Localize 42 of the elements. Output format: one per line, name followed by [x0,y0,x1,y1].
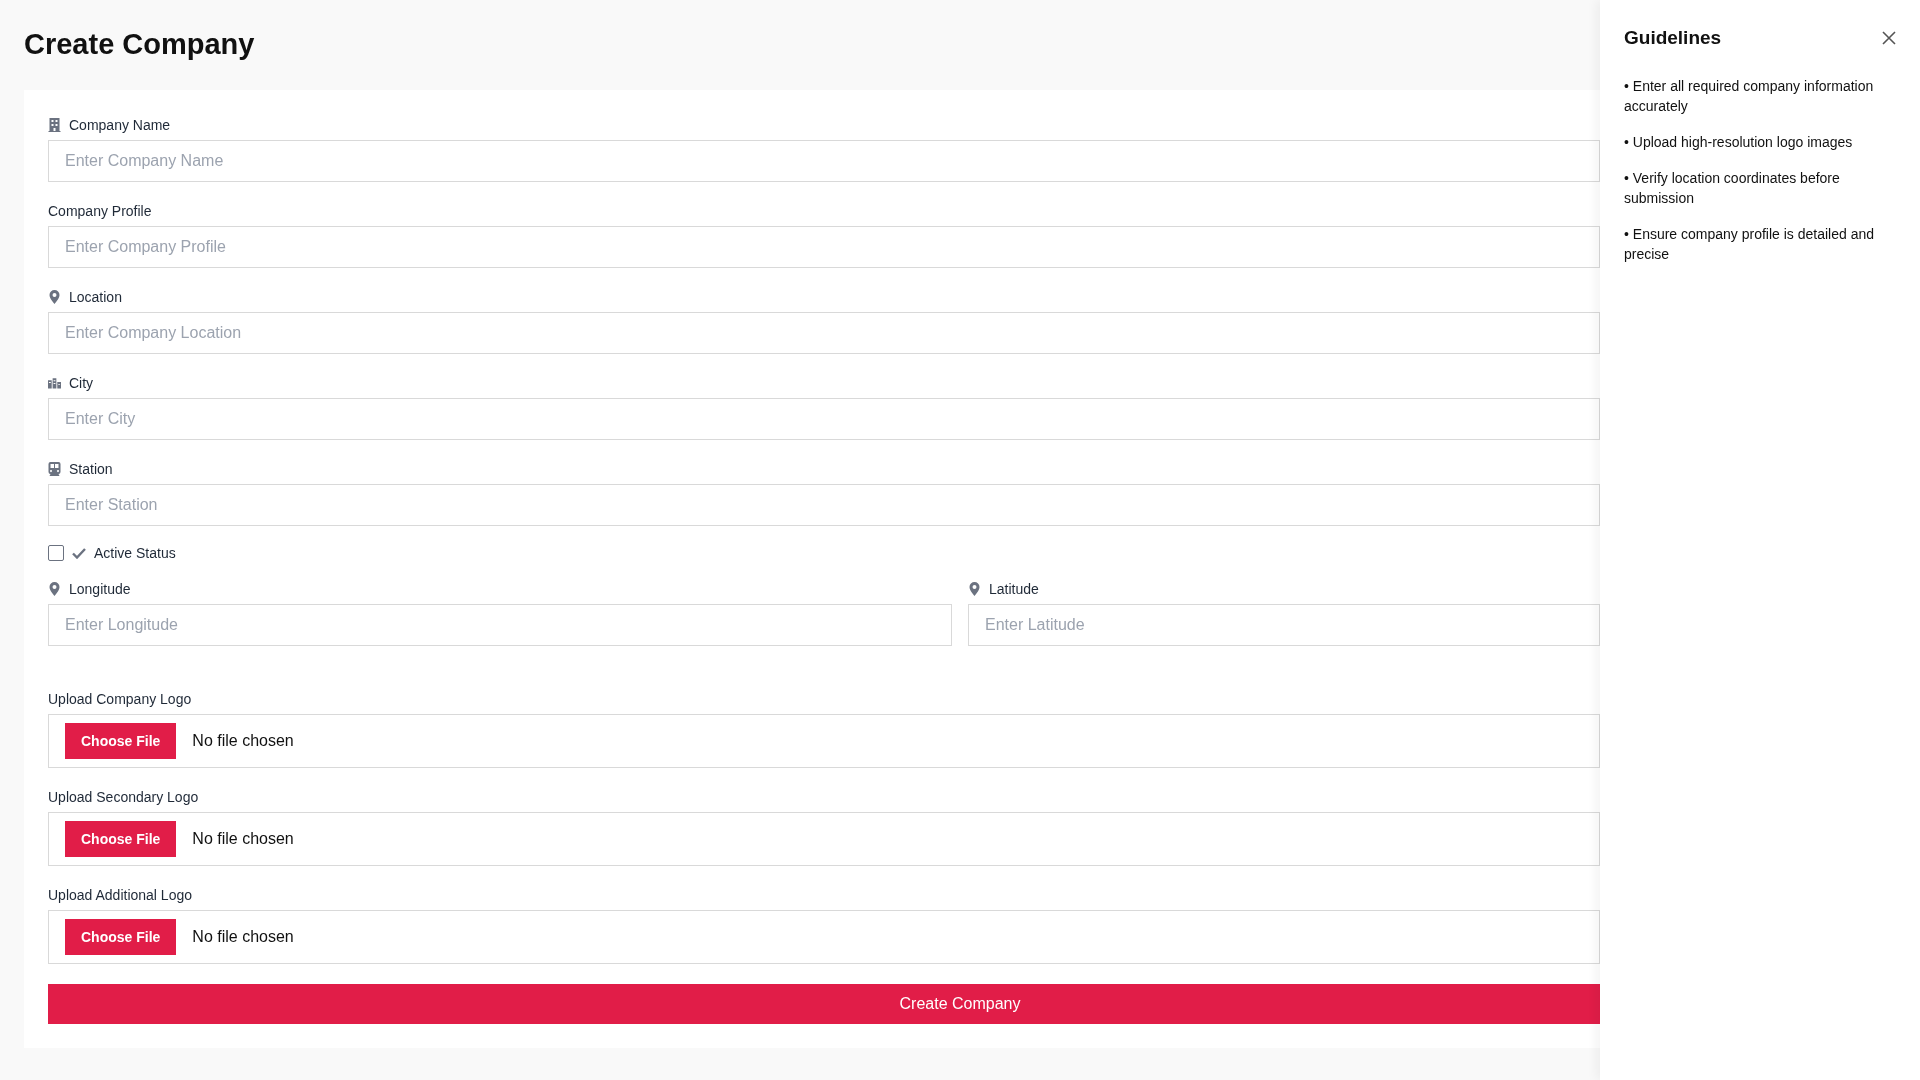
file-input[interactable]: Choose File No file chosen [48,812,1600,866]
location-pin-icon [48,582,61,596]
guideline-text: • Upload high-resolution logo images [1624,133,1854,152]
text-input[interactable]: Enter Longitude [48,604,952,646]
checkbox[interactable] [48,545,64,561]
file-status: No file chosen [192,830,294,848]
panel-title: Guidelines [1624,27,1722,49]
file-input[interactable]: Choose File No file chosen [48,910,1600,964]
guideline-text: • Verify location coordinates before submission [1624,169,1841,208]
text-input[interactable]: Enter Company Location [48,312,1600,354]
choose-file-button[interactable]: Choose File [65,919,177,955]
field-label: Latitude [989,581,1039,597]
checkmark-icon [72,547,86,559]
page-title: Create Company [24,27,255,62]
file-input[interactable]: Choose File No file chosen [48,714,1600,768]
field-label: Location [69,289,122,305]
guideline-text: • Enter all required company information accurately [1624,77,1875,116]
train-icon [48,462,61,476]
city-buildings-icon [48,376,61,390]
choose-file-button[interactable]: Choose File [65,723,177,759]
field-label: City [69,375,94,391]
close-icon[interactable] [1882,31,1896,45]
file-status: No file chosen [192,732,294,750]
text-input[interactable]: Enter Station [48,484,1600,526]
text-input[interactable]: Enter City [48,398,1600,440]
location-pin-icon [48,290,61,304]
guideline-text: • Ensure company profile is detailed and precise [1624,225,1876,264]
building-icon [48,118,61,132]
upload-label: Upload Secondary Logo [48,789,199,805]
upload-label: Upload Company Logo [48,691,192,707]
field-label: Company Profile [48,203,152,219]
field-label: Company Name [69,117,171,133]
text-input[interactable]: Enter Latitude [968,604,1600,646]
file-status: No file chosen [192,928,294,946]
text-input[interactable]: Enter Company Profile [48,226,1600,268]
checkbox-label: Active Status [94,545,176,561]
text-input[interactable]: Enter Company Name [48,140,1600,182]
upload-label: Upload Additional Logo [48,887,192,903]
field-label: Longitude [69,581,131,597]
location-pin-icon [968,582,981,596]
choose-file-button[interactable]: Choose File [65,821,177,857]
field-label: Station [69,461,113,477]
